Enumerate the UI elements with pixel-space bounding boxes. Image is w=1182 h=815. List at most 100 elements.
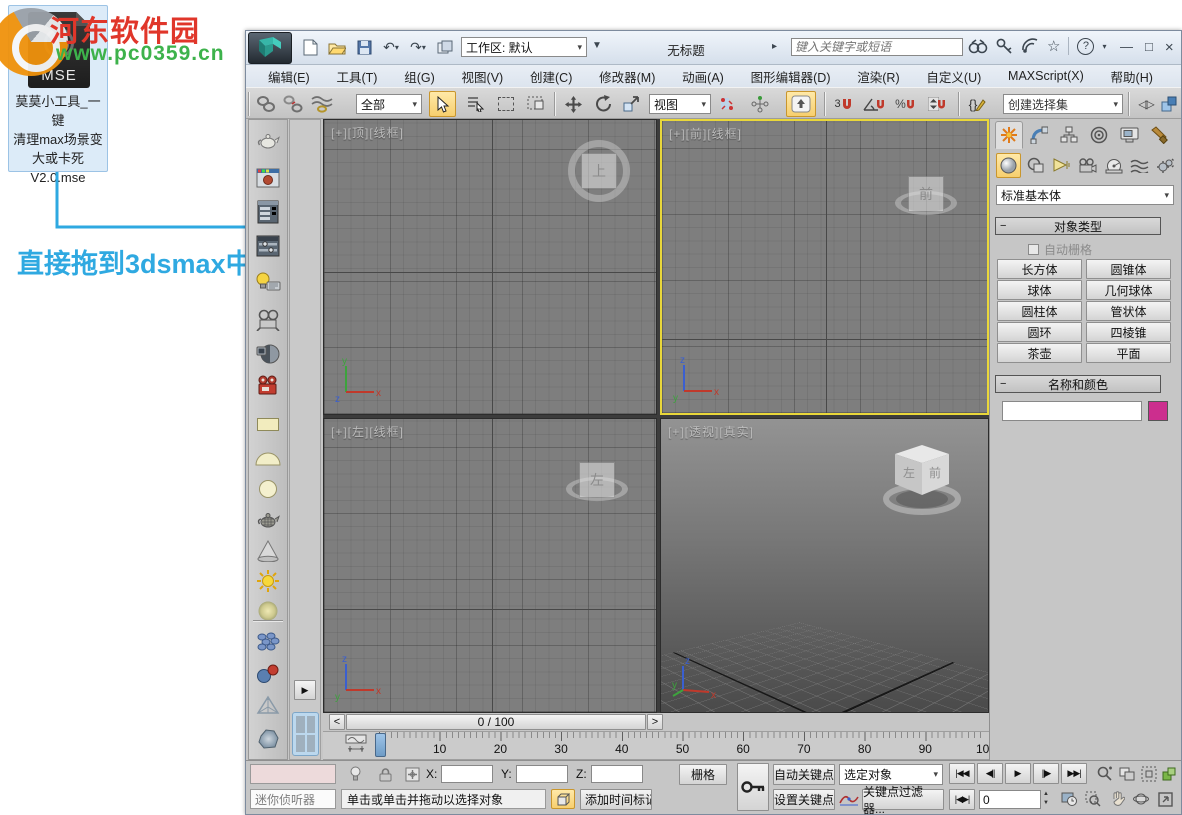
maximize-button[interactable]: □ [1145,39,1153,56]
play-button[interactable]: ▶ [1005,763,1031,784]
zoom-all-icon[interactable] [1116,764,1138,784]
project-folder-icon[interactable] [433,36,457,58]
wave-grid-icon[interactable] [254,628,282,656]
tab-display[interactable] [1115,121,1143,149]
macro-recorder-field[interactable] [250,764,336,784]
search-binoculars-icon[interactable] [968,39,988,54]
mirror-icon[interactable]: ◁▷ [1132,91,1159,117]
track-bar[interactable]: 0 10 20 30 40 50 60 70 80 90 100 [323,731,989,760]
primitive-box-button[interactable]: 长方体 [997,259,1082,279]
previous-frame-playback-button[interactable]: ◀|| [977,763,1003,784]
pyramid-gizmo-icon[interactable] [254,692,282,720]
viewport-top[interactable]: [+][顶][线框] 上 y x z [323,119,657,415]
tab-modify[interactable] [1025,121,1053,149]
primitive-plane-button[interactable]: 平面 [1086,343,1171,363]
dome-light-icon[interactable] [254,444,282,472]
teapot-icon[interactable] [254,126,282,154]
auto-key-button[interactable]: 自动关键点 [773,764,835,785]
isolate-selection-toggle[interactable] [551,789,575,809]
select-and-move-icon[interactable] [560,91,587,117]
menu-help[interactable]: 帮助(H) [1111,67,1153,86]
layout-flyout-button[interactable]: ▶ [294,680,316,700]
primitive-tube-button[interactable]: 管状体 [1086,301,1171,321]
menu-animation[interactable]: 动画(A) [682,67,724,86]
name-color-rollout[interactable]: − 名称和颜色 [995,375,1161,393]
plane-light-icon[interactable] [254,410,282,438]
viewcube-front[interactable]: 前 [895,163,957,225]
field-of-view-icon[interactable] [1082,789,1104,809]
zoom-extents-all-icon[interactable] [1158,764,1180,784]
close-button[interactable]: × [1165,39,1174,56]
film-camera-icon[interactable] [254,306,282,334]
render-setup-icon[interactable] [254,198,282,226]
object-type-rollout[interactable]: − 对象类型 [995,217,1161,235]
primitive-geosphere-button[interactable]: 几何球体 [1086,280,1171,300]
tab-hierarchy[interactable] [1055,121,1083,149]
wire-teapot-icon[interactable] [254,505,282,533]
tab-create[interactable] [995,121,1023,149]
select-object-button[interactable] [429,91,456,117]
key-curve-icon[interactable] [838,789,860,809]
select-and-link-icon[interactable] [252,91,279,117]
zoom-icon[interactable] [1094,764,1116,784]
viewport-front[interactable]: [+][前][线框] 前 z x y [660,119,989,415]
search-input[interactable] [791,38,963,56]
selection-lock-icon[interactable] [374,764,396,784]
favorites-star-icon[interactable]: ☆ [1047,37,1060,55]
redo-caret[interactable]: ▾ [422,43,426,52]
viewcube-left[interactable]: 左 [566,449,628,511]
cone-icon[interactable] [254,537,282,565]
current-frame-field[interactable] [979,790,1041,809]
autogrid-checkbox[interactable] [1028,244,1039,255]
viewcube-perspective[interactable]: 左 前 [874,437,970,517]
viewport-front-label[interactable]: [+][前][线框] [669,125,742,142]
primitive-teapot-button[interactable]: 茶壶 [997,343,1082,363]
subcategory-cameras[interactable] [1075,153,1100,178]
layout-2x2-tab[interactable] [292,712,319,756]
communication-center-icon[interactable] [1021,38,1039,54]
viewport-left[interactable]: [+][左][线框] 左 z x y [323,418,657,713]
open-file-icon[interactable] [325,36,349,58]
object-color-swatch[interactable] [1148,401,1168,421]
exposure-control-icon[interactable] [254,232,282,260]
light-lister-icon[interactable] [254,268,282,296]
tab-utilities[interactable] [1145,121,1173,149]
unlink-selection-icon[interactable] [279,91,306,117]
rectangular-selection-region-icon[interactable] [492,91,519,117]
select-and-rotate-icon[interactable] [590,91,617,117]
orbit-icon[interactable] [1130,789,1152,809]
primitive-category-dropdown[interactable]: 标准基本体 ▾ [996,185,1174,205]
maximize-viewport-toggle-icon[interactable] [1154,789,1176,809]
previous-frame-button[interactable]: < [329,714,345,730]
subcategory-geometry[interactable] [996,153,1021,178]
select-and-manipulate-icon[interactable] [746,91,773,117]
set-keys-button[interactable] [737,763,769,811]
workspace-menu-caret[interactable]: ▼ [592,40,602,51]
save-icon[interactable] [352,36,376,58]
track-bar-ruler[interactable]: 0 10 20 30 40 50 60 70 80 90 100 [379,732,986,760]
autogrid-checkbox-row[interactable]: 自动栅格 [1028,241,1092,258]
y-coordinate-field[interactable] [516,765,568,783]
bind-to-space-warp-icon[interactable] [308,91,335,117]
set-key-button[interactable]: 设置关键点 [773,789,835,810]
prompt-bulb-icon[interactable] [344,764,366,784]
percent-snap-icon[interactable]: % [892,91,919,117]
viewport-perspective[interactable]: [+][透视][真实] 左 前 z x y [660,418,989,713]
camera-sphere-icon[interactable] [254,340,282,368]
toolbar-overflow-icon[interactable]: ▸ [772,41,777,52]
help-icon[interactable]: ? [1077,38,1094,55]
menu-modifiers[interactable]: 修改器(M) [599,67,655,86]
primitive-pyramid-button[interactable]: 四棱锥 [1086,322,1171,342]
subcategory-systems[interactable] [1153,153,1178,178]
spinner-snap-icon[interactable] [924,91,951,117]
select-by-name-icon[interactable] [462,91,489,117]
selection-filter-dropdown[interactable]: 全部▾ [356,94,422,114]
use-pivot-center-icon[interactable] [716,91,738,117]
time-slider-handle[interactable] [375,733,386,757]
render-frame-icon[interactable] [254,164,282,192]
go-to-start-button[interactable]: |◀◀ [949,763,975,784]
subcategory-shapes[interactable] [1023,153,1048,178]
app-logo-button[interactable] [248,32,292,64]
object-name-field[interactable] [1002,401,1142,421]
add-time-tag-field[interactable]: 添加时间标记 [580,789,652,810]
